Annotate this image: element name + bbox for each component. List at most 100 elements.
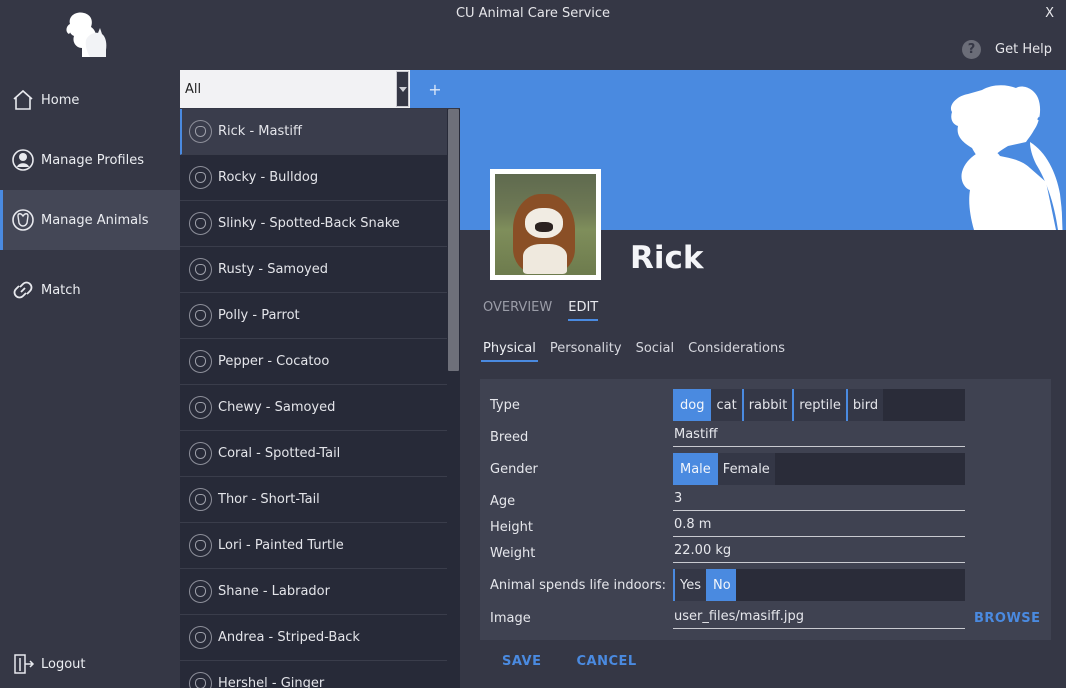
get-help-button[interactable]: ? Get Help: [962, 40, 1052, 59]
dog-icon: [189, 166, 212, 189]
window-title: CU Animal Care Service: [455, 6, 611, 21]
nav-item-match[interactable]: Match: [0, 260, 180, 320]
list-item[interactable]: Slinky - Spotted-Back Snake: [180, 201, 447, 247]
dog-chest-shape: [523, 244, 567, 274]
match-icon: [13, 281, 33, 299]
nav-label-match: Match: [41, 282, 81, 298]
list-item[interactable]: Pepper - Cocatoo: [180, 339, 447, 385]
list-item-label: Lori - Painted Turtle: [218, 538, 344, 553]
list-item-label: Andrea - Striped-Back: [218, 630, 360, 645]
profile-tabs: OVERVIEW EDIT: [483, 300, 599, 321]
animal-list: Rick - Mastiff Rocky - Bulldog Slinky - …: [180, 109, 447, 688]
gender-option-female[interactable]: Female: [715, 453, 775, 485]
nav-item-manage-animals[interactable]: Manage Animals: [0, 190, 180, 250]
breed-field[interactable]: Mastiff: [673, 427, 965, 447]
physical-edit-form: Type dog cat rabbit reptile bird Breed M…: [480, 379, 1051, 640]
logout-button[interactable]: Logout: [0, 634, 180, 688]
home-icon: [13, 89, 33, 110]
cancel-button[interactable]: CANCEL: [576, 654, 636, 669]
gender-label: Gender: [490, 462, 538, 477]
bird-icon: [189, 350, 212, 373]
list-item-label: Shane - Labrador: [218, 584, 330, 599]
indoors-selector: Yes No: [673, 569, 965, 601]
list-item[interactable]: Polly - Parrot: [180, 293, 447, 339]
list-item-label: Chewy - Samoyed: [218, 400, 336, 415]
type-option-cat[interactable]: cat: [709, 389, 742, 421]
type-option-bird[interactable]: bird: [845, 389, 884, 421]
list-item[interactable]: Shane - Labrador: [180, 569, 447, 615]
list-item[interactable]: Rocky - Bulldog: [180, 155, 447, 201]
height-field[interactable]: 0.8 m: [673, 517, 965, 537]
gender-selector: Male Female: [673, 453, 965, 485]
form-actions: SAVE CANCEL: [502, 654, 637, 669]
nav-item-home[interactable]: Home: [0, 70, 180, 130]
list-scrollbar-thumb[interactable]: [448, 109, 459, 371]
nav-label-manage-animals: Manage Animals: [41, 212, 149, 228]
gender-option-male[interactable]: Male: [673, 453, 716, 485]
animal-name: Rick: [630, 240, 704, 276]
profile-icon: [12, 149, 34, 171]
nav-label-manage-profiles: Manage Profiles: [41, 152, 144, 168]
cat-icon: [189, 672, 212, 688]
indoors-option-no[interactable]: No: [706, 569, 736, 601]
nav-label-home: Home: [41, 92, 80, 108]
chevron-down-icon: [398, 86, 407, 92]
help-icon: ?: [962, 40, 982, 59]
type-label: Type: [490, 398, 520, 413]
nav-item-manage-profiles[interactable]: Manage Profiles: [0, 130, 180, 190]
type-option-reptile[interactable]: reptile: [792, 389, 846, 421]
list-item[interactable]: Lori - Painted Turtle: [180, 523, 447, 569]
app-logo: [66, 12, 107, 57]
list-item-label: Rocky - Bulldog: [218, 170, 319, 185]
list-item-label: Coral - Spotted-Tail: [218, 446, 341, 461]
type-option-dog[interactable]: dog: [673, 389, 710, 421]
snake-icon: [189, 212, 212, 235]
subtab-personality[interactable]: Personality: [548, 341, 624, 362]
weight-field[interactable]: 22.00 kg: [673, 543, 965, 563]
dog-icon: [189, 258, 212, 281]
cat-icon: [189, 626, 212, 649]
dog-photo-image: [495, 174, 596, 275]
animal-filter-select[interactable]: All: [180, 70, 410, 108]
list-item[interactable]: Chewy - Samoyed: [180, 385, 447, 431]
list-item-label: Rick - Mastiff: [218, 124, 302, 139]
subtab-social[interactable]: Social: [634, 341, 677, 362]
list-item[interactable]: Coral - Spotted-Tail: [180, 431, 447, 477]
indoors-option-yes[interactable]: Yes: [673, 569, 706, 601]
list-item-label: Slinky - Spotted-Back Snake: [218, 216, 400, 231]
list-item-label: Thor - Short-Tail: [218, 492, 320, 507]
subtab-considerations[interactable]: Considerations: [686, 341, 787, 362]
weight-label: Weight: [490, 546, 536, 561]
list-item[interactable]: Andrea - Striped-Back: [180, 615, 447, 661]
dog-cat-silhouette-icon: [950, 85, 1066, 230]
bird-icon: [189, 304, 212, 327]
tab-edit[interactable]: EDIT: [568, 300, 599, 321]
age-field[interactable]: 3: [673, 491, 965, 511]
list-item[interactable]: Thor - Short-Tail: [180, 477, 447, 523]
close-button[interactable]: X: [1045, 6, 1054, 21]
edit-subtabs: Physical Personality Social Consideratio…: [481, 341, 787, 362]
save-button[interactable]: SAVE: [502, 654, 541, 669]
height-label: Height: [490, 520, 533, 535]
dog-icon: [189, 580, 212, 603]
subtab-physical[interactable]: Physical: [481, 341, 538, 362]
list-item[interactable]: Hershel - Ginger: [180, 661, 447, 688]
breed-label: Breed: [490, 430, 529, 445]
animals-icon: [12, 209, 34, 231]
filter-dropdown-button[interactable]: [396, 71, 409, 107]
dog-icon: [189, 396, 212, 419]
tab-overview[interactable]: OVERVIEW: [483, 300, 552, 321]
get-help-label: Get Help: [995, 42, 1052, 57]
list-item[interactable]: Rusty - Samoyed: [180, 247, 447, 293]
type-option-rabbit[interactable]: rabbit: [741, 389, 793, 421]
list-item[interactable]: Rick - Mastiff: [180, 109, 447, 155]
list-item-label: Pepper - Cocatoo: [218, 354, 330, 369]
indoors-label: Animal spends life indoors:: [490, 578, 666, 593]
add-animal-button[interactable]: +: [410, 70, 460, 108]
image-path-field[interactable]: user_files/masiff.jpg: [673, 609, 965, 629]
dog-muzzle-shape: [535, 222, 553, 232]
rabbit-icon: [189, 488, 212, 511]
browse-button[interactable]: BROWSE: [974, 611, 1041, 626]
list-item-label: Rusty - Samoyed: [218, 262, 328, 277]
image-label: Image: [490, 611, 531, 626]
